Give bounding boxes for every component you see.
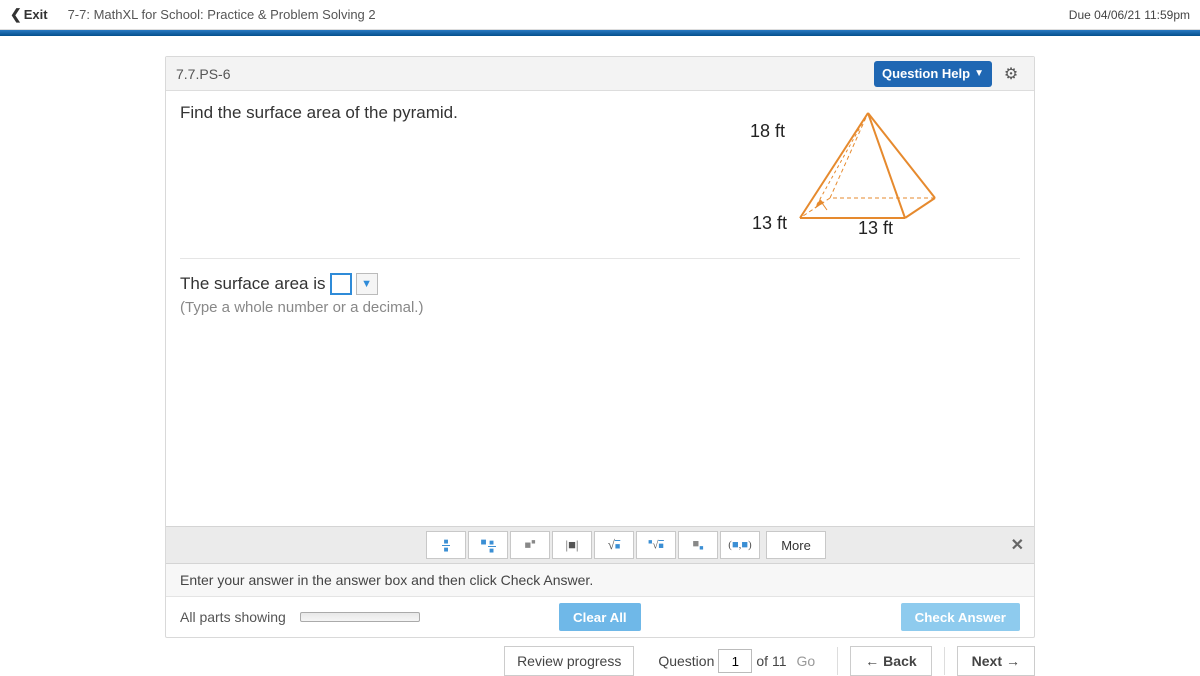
label-base-1: 13 ft	[752, 213, 787, 234]
exponent-icon: ■■	[525, 538, 536, 552]
label-slant-height: 18 ft	[750, 121, 785, 142]
parts-label: All parts showing	[180, 609, 286, 625]
review-progress-button[interactable]: Review progress	[504, 646, 634, 676]
palette-more[interactable]: More	[766, 531, 826, 559]
chevron-down-icon: ▼	[974, 68, 984, 79]
mixed-number-icon: ■■■	[480, 537, 495, 553]
palette-absolute[interactable]: |■|	[552, 531, 592, 559]
clear-all-button[interactable]: Clear All	[559, 603, 641, 631]
question-panel: 7.7.PS-6 Question Help ▼ ⚙ Find the surf…	[165, 56, 1035, 638]
check-answer-button[interactable]: Check Answer	[901, 603, 1020, 631]
palette-sqrt[interactable]: √■	[594, 531, 634, 559]
answer-hint: (Type a whole number or a decimal.)	[180, 299, 1020, 316]
sqrt-icon: √■	[608, 537, 621, 553]
ordered-pair-icon: (■,■)	[728, 539, 751, 551]
question-help-label: Question Help	[882, 66, 970, 81]
exit-label: Exit	[24, 7, 48, 22]
question-help-button[interactable]: Question Help ▼	[874, 61, 992, 87]
next-label: Next	[972, 653, 1002, 669]
question-id: 7.7.PS-6	[176, 66, 230, 82]
instruction-text: Enter your answer in the answer box and …	[166, 564, 1034, 597]
math-palette: ■■ ■■■ ■■ |■| √■ ■√■ ■■ (■,■) More ✕	[166, 526, 1034, 564]
question-number-input[interactable]	[718, 649, 752, 673]
accent-bar	[0, 30, 1200, 36]
chevron-left-icon: ❮	[10, 6, 22, 23]
label-base-2: 13 ft	[858, 218, 893, 239]
palette-exponent[interactable]: ■■	[510, 531, 550, 559]
palette-close-icon[interactable]: ✕	[1011, 535, 1024, 555]
unit-dropdown[interactable]: ▼	[356, 273, 378, 295]
palette-subscript[interactable]: ■■	[678, 531, 718, 559]
palette-nroot[interactable]: ■√■	[636, 531, 676, 559]
subscript-icon: ■■	[693, 538, 704, 552]
palette-ordered-pair[interactable]: (■,■)	[720, 531, 760, 559]
parts-progress	[300, 612, 420, 622]
nth-root-icon: ■√■	[648, 538, 664, 552]
question-total: of 11	[756, 653, 786, 669]
gear-icon[interactable]: ⚙	[998, 61, 1024, 87]
question-nav: Question of 11 Go	[658, 649, 825, 673]
answer-input[interactable]	[330, 273, 352, 295]
exit-button[interactable]: ❮ Exit	[10, 6, 48, 23]
palette-mixed[interactable]: ■■■	[468, 531, 508, 559]
assignment-title: 7-7: MathXL for School: Practice & Probl…	[68, 7, 376, 22]
go-button[interactable]: Go	[796, 653, 815, 669]
next-button[interactable]: Next →	[957, 646, 1035, 676]
arrow-left-icon: ←	[865, 653, 879, 669]
question-label: Question	[658, 653, 714, 669]
back-button[interactable]: ← Back	[850, 646, 931, 676]
due-date: Due 04/06/21 11:59pm	[1069, 8, 1190, 22]
absolute-value-icon: |■|	[565, 537, 578, 553]
palette-fraction[interactable]: ■■	[426, 531, 466, 559]
answer-prefix: The surface area is	[180, 274, 326, 294]
arrow-right-icon: →	[1006, 653, 1020, 669]
back-label: Back	[883, 653, 916, 669]
fraction-icon: ■■	[442, 539, 450, 552]
pyramid-figure: 18 ft 13 ft 13 ft	[750, 103, 1020, 246]
problem-text: Find the surface area of the pyramid.	[180, 103, 750, 246]
